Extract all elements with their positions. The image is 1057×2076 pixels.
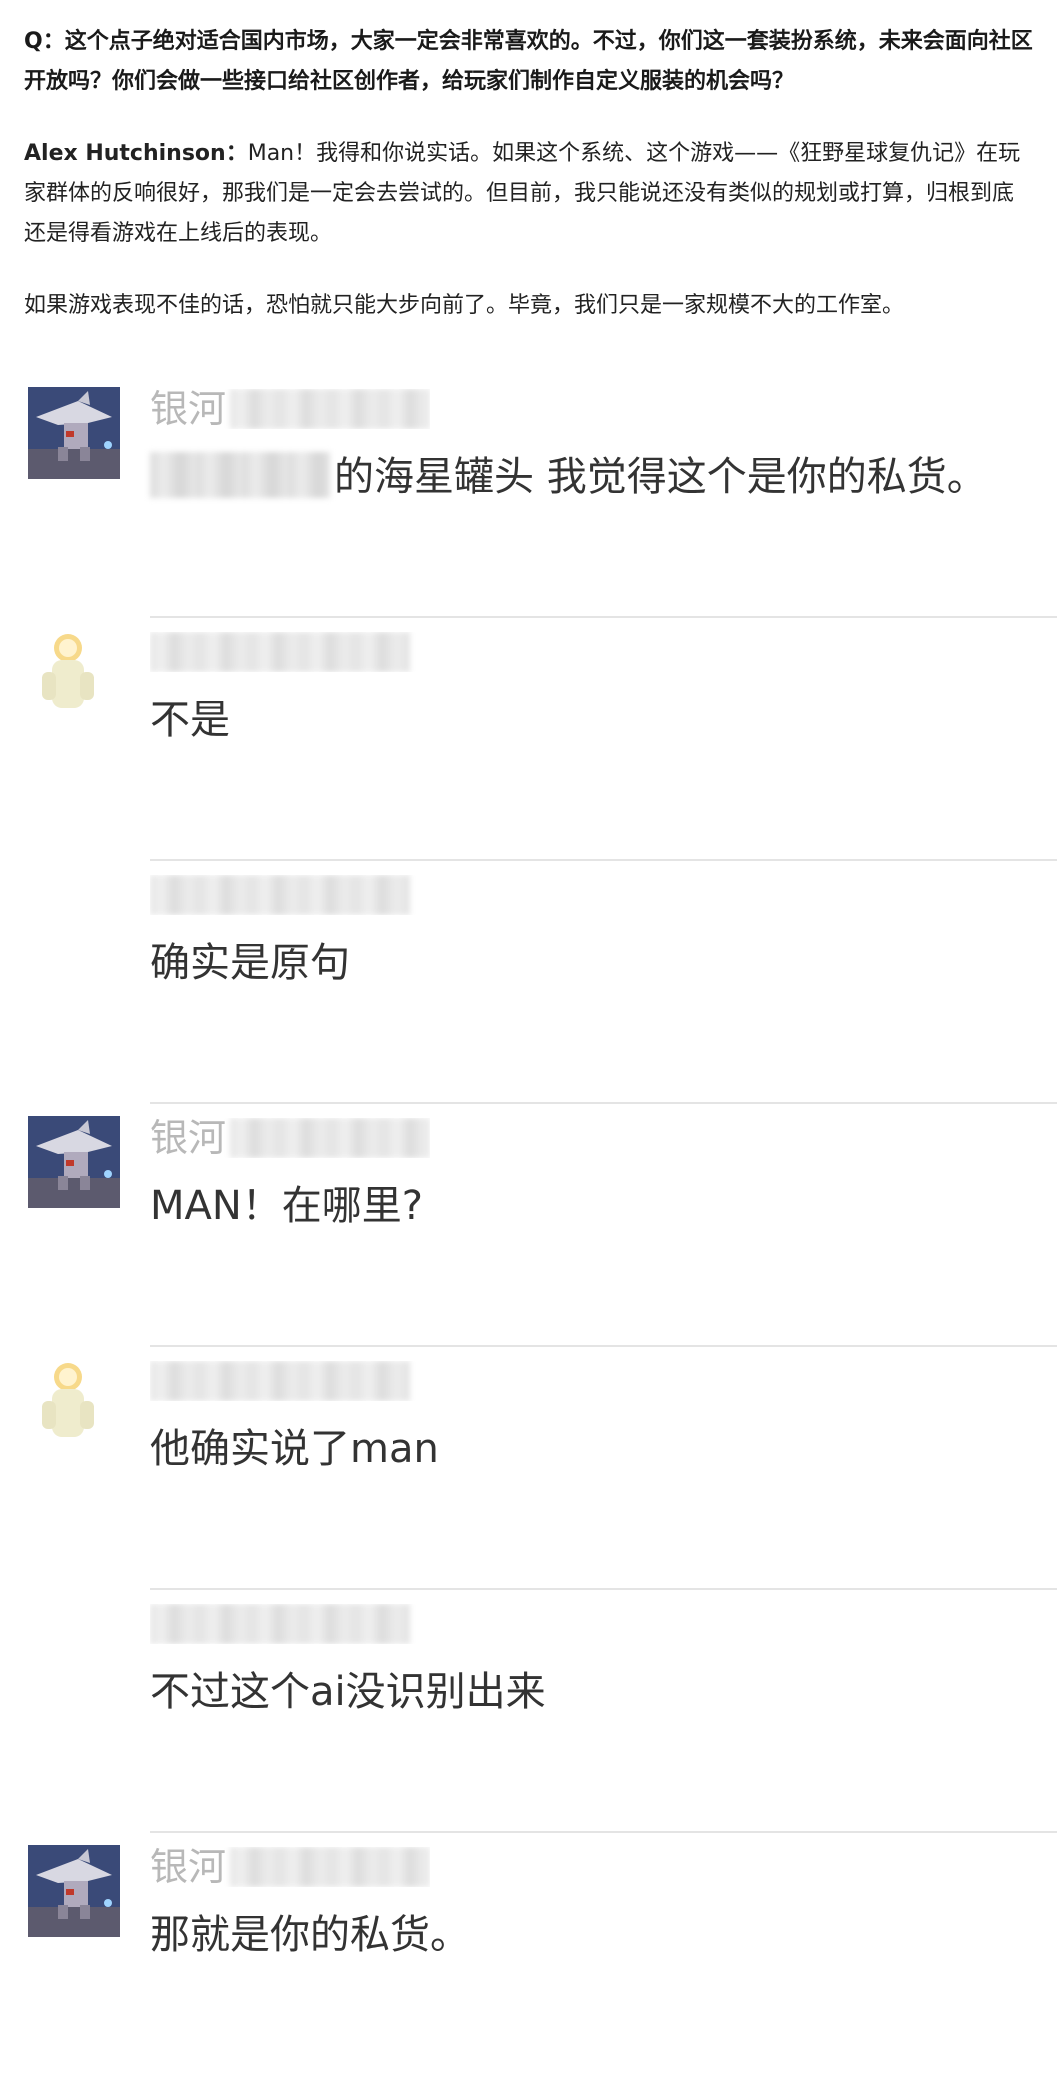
comment-thread: 银河 的海星罐头 我觉得这个是你的私货。 不是 确实是原句 银河 MAN！在哪里… [0, 375, 1057, 2076]
redacted-mention [150, 452, 330, 498]
comment-item[interactable]: 不过这个ai没识别出来 [0, 1590, 1057, 1833]
comment-username[interactable] [150, 1361, 430, 1401]
comment-item[interactable]: 确实是原句 [0, 861, 1057, 1104]
glowing-figure-avatar[interactable] [28, 630, 120, 722]
article-body: Q：这个点子绝对适合国内市场，大家一定会非常喜欢的。不过，你们这一套装扮系统，未… [24, 22, 1034, 326]
answer-speaker: Alex Hutchinson： [24, 141, 248, 166]
comment-username[interactable] [150, 632, 430, 672]
comment-item[interactable]: 银河 那就是你的私货。 [0, 1833, 1057, 2076]
interview-closing: 如果游戏表现不佳的话，恐怕就只能大步向前了。毕竟，我们只是一家规模不大的工作室。 [24, 293, 905, 318]
comment-username[interactable]: 银河 [150, 1118, 430, 1158]
interview-answer: Alex Hutchinson：Man！我得和你说实话。如果这个系统、这个游戏—… [24, 134, 1034, 254]
comment-message: 他确实说了man [150, 1426, 439, 1472]
interview-question: Q：这个点子绝对适合国内市场，大家一定会非常喜欢的。不过，你们这一套装扮系统，未… [24, 29, 1033, 94]
comment-message: 不是 [150, 697, 230, 743]
comment-username[interactable] [150, 875, 430, 915]
comment-message: 确实是原句 [150, 940, 350, 986]
comment-item[interactable]: 他确实说了man [0, 1347, 1057, 1590]
comment-message: 那就是你的私货。 [150, 1912, 470, 1958]
shark-robot-avatar[interactable] [28, 1845, 120, 1937]
shark-robot-avatar[interactable] [28, 1116, 120, 1208]
comment-message: 的海星罐头 我觉得这个是你的私货。 [150, 449, 987, 505]
comment-username[interactable]: 银河 [150, 1847, 430, 1887]
comment-item[interactable]: 银河 的海星罐头 我觉得这个是你的私货。 [0, 375, 1057, 618]
comment-username[interactable]: 银河 [150, 389, 430, 429]
shark-robot-avatar[interactable] [28, 387, 120, 479]
comment-item[interactable]: 不是 [0, 618, 1057, 861]
comment-message: 不过这个ai没识别出来 [150, 1669, 546, 1715]
glowing-figure-avatar[interactable] [28, 1359, 120, 1451]
comment-item[interactable]: 银河 MAN！在哪里? [0, 1104, 1057, 1347]
comment-message: MAN！在哪里? [150, 1183, 424, 1229]
comment-username[interactable] [150, 1604, 430, 1644]
